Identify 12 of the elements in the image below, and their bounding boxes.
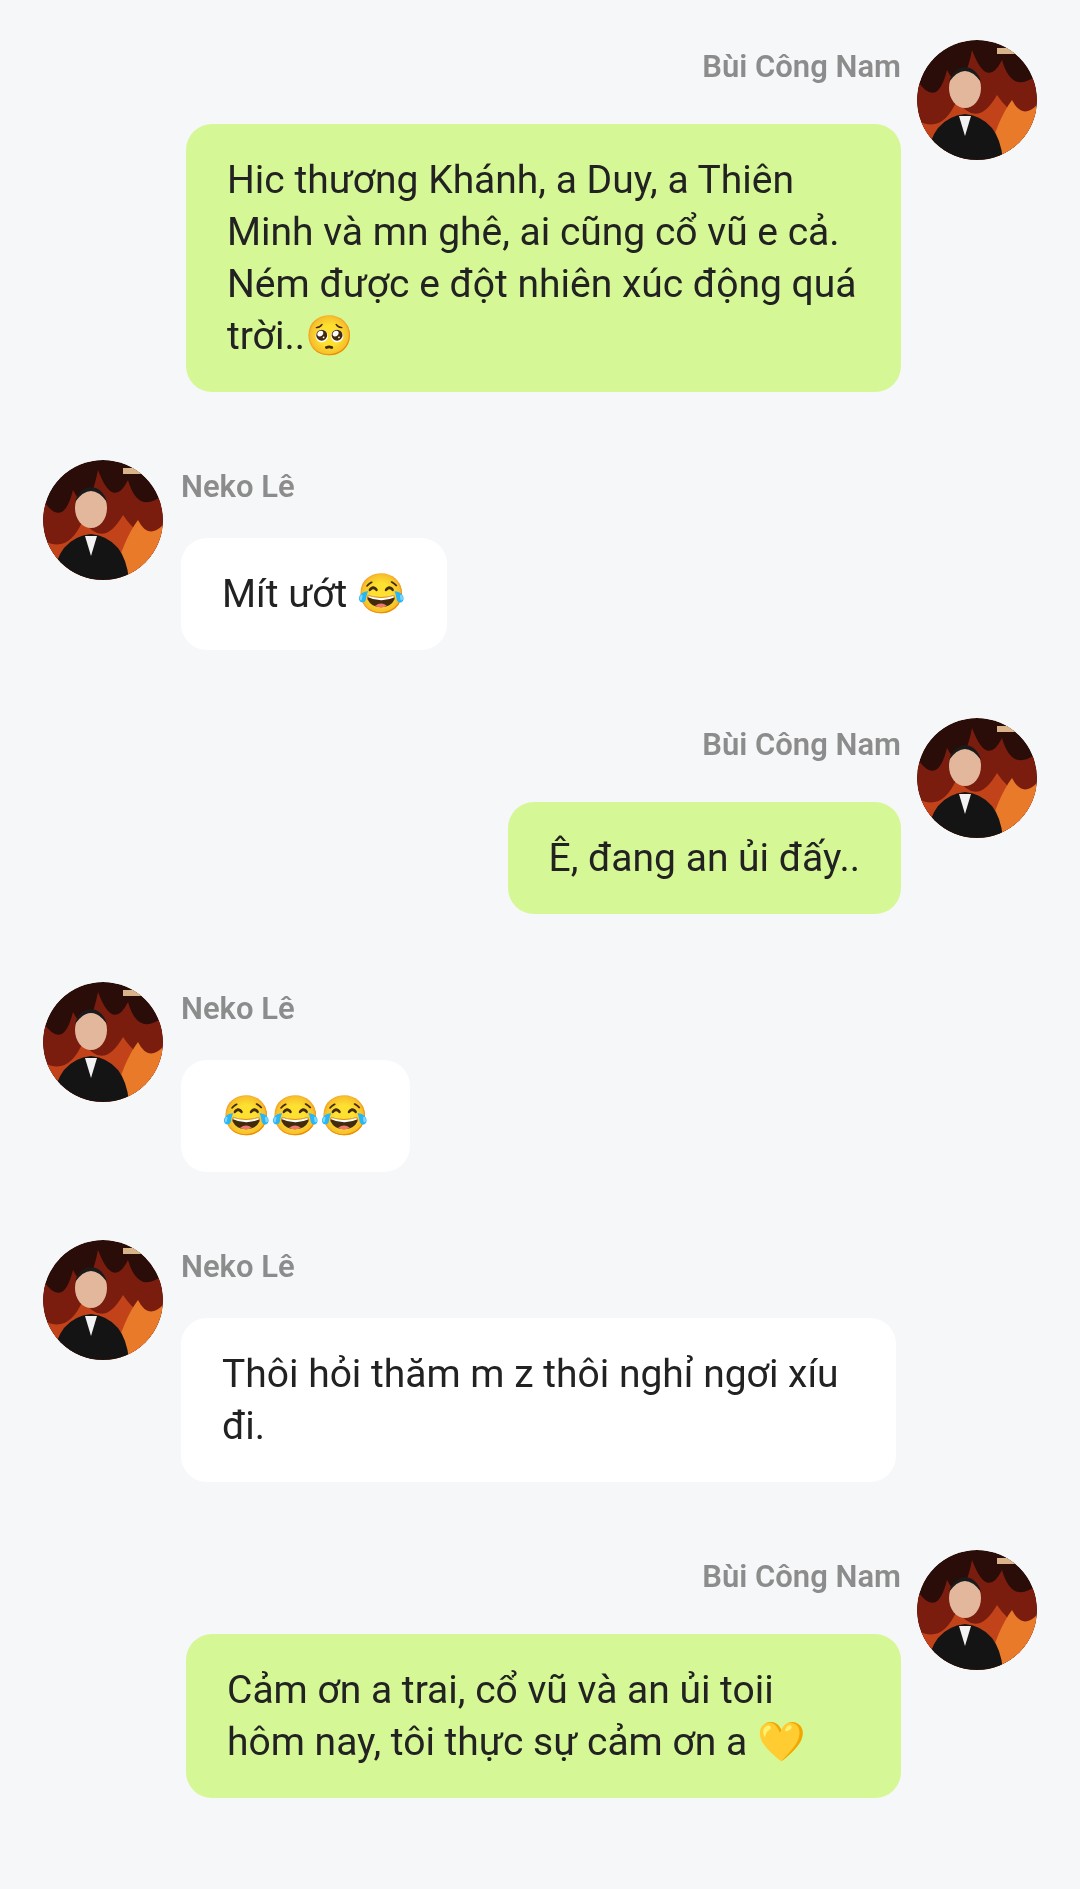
message-bubble: Thôi hỏi thăm m z thôi nghỉ ngơi xíu đi. [181, 1318, 896, 1482]
sender-name: Neko Lê [181, 1247, 295, 1287]
sender-name: Bùi Công Nam [702, 1557, 901, 1597]
sender-name: Neko Lê [181, 989, 295, 1029]
message-bubble: Hic thương Khánh, a Duy, a Thiên Minh và mn ghê, ai cũng cổ vũ e cả. Ném được e đột nhiên xúc động quá trời..🥺 [186, 124, 901, 392]
sender-name: Bùi Công Nam [702, 47, 901, 87]
message-bubble: 😂😂😂 [181, 1060, 410, 1172]
message-bubble: Ê, đang an ủi đấy.. [507, 802, 901, 914]
message-bubble: Cảm ơn a trai, cổ vũ và an ủi toii hôm nay, tôi thực sự cảm ơn a 💛 [186, 1634, 901, 1798]
sender-name: Bùi Công Nam [702, 725, 901, 765]
message-bubble: Mít ướt 😂 [181, 538, 447, 650]
sender-name: Neko Lê [181, 467, 295, 507]
